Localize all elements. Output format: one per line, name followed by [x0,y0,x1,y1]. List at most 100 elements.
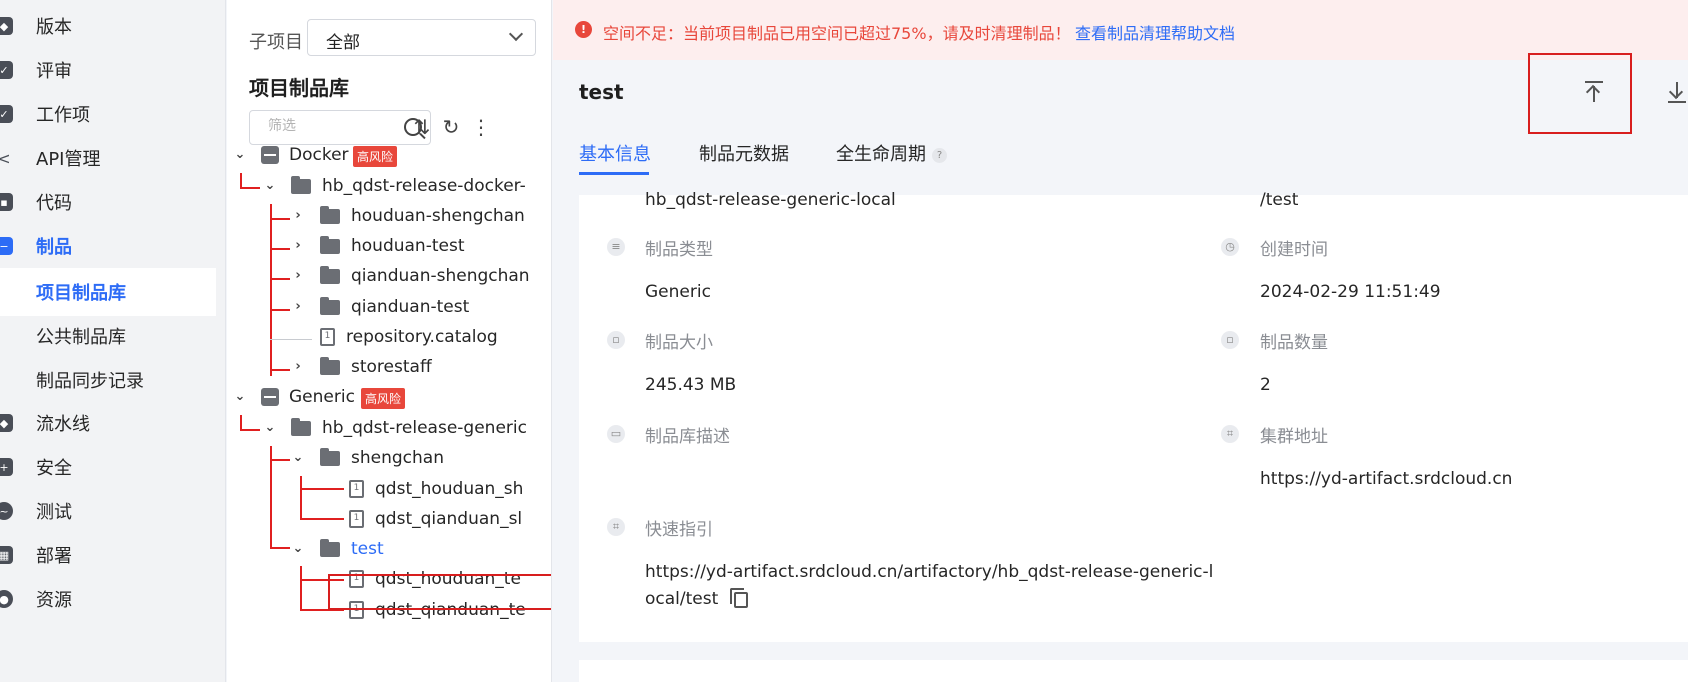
secondary-card [579,660,1688,682]
guide-url-line2: ocal/test [645,589,719,609]
active-tab-indicator [579,172,649,175]
chevron-right-icon[interactable]: › [291,209,305,223]
chevron-down-icon[interactable]: ⌄ [233,148,247,162]
tree-node-qdst-houduan-sh[interactable]: 1 qdst_houduan_sh [227,474,547,504]
tree-node-label: Generic [289,387,355,407]
size-icon: ▫ [607,331,625,349]
nav-item-artifact[interactable]: − 制品 [0,224,226,268]
tree-node-test[interactable]: ⌄ test [227,534,547,564]
tree-node-docker[interactable]: ⌄ Docker 高风险 [227,140,547,170]
nav-item-deploy[interactable]: ▦ 部署 [0,533,226,577]
resource-icon: ● [0,590,13,608]
tree-node-generic-repo[interactable]: ⌄ hb_qdst-release-generic [227,413,547,443]
guide-url-line1: https://yd-artifact.srdcloud.cn/artifact… [645,562,1214,582]
chevron-down-icon [508,26,524,42]
chevron-right-icon[interactable]: › [291,300,305,314]
nav-item-version[interactable]: ◆ 版本 [0,4,226,48]
nav-label: 测试 [36,502,72,523]
tree-node-label: houduan-shengchan [351,206,525,226]
tree-node-shengchan[interactable]: ⌄ shengchan [227,443,547,473]
file-icon: 1 [349,510,364,528]
nav-item-workitem[interactable]: ✓ 工作项 [0,92,226,136]
nav-sub-public-repo[interactable]: 公共制品库 [0,312,216,360]
nav-item-api[interactable]: < API管理 [0,136,226,180]
risk-badge: 高风险 [361,388,406,409]
download-icon[interactable] [1665,80,1688,104]
nav-label: 安全 [36,458,72,479]
tree-node-houduan-shengchan[interactable]: › houduan-shengchan [227,201,547,231]
tree-node-qianduan-test[interactable]: › qianduan-test [227,292,547,322]
chevron-down-icon[interactable]: ⌄ [263,421,277,435]
nav-label: 公共制品库 [36,327,126,348]
tree-node-generic[interactable]: ⌄ Generic 高风险 [227,382,547,412]
shield-icon: + [0,458,13,476]
count-value: 2 [1260,375,1271,395]
folder-icon [291,175,311,194]
tab-metadata[interactable]: 制品元数据 [699,140,789,166]
folder-icon [320,296,340,315]
tab-lifecycle[interactable]: 全生命周期? [836,140,947,166]
cleanup-help-link[interactable]: 查看制品清理帮助文档 [1075,20,1235,44]
tree-node-qdst-qianduan-sl[interactable]: 1 qdst_qianduan_sl [227,504,547,534]
nav-item-test[interactable]: ~ 测试 [0,489,226,533]
chevron-right-icon[interactable]: › [291,360,305,374]
tree-node-label: qdst_qianduan_sl [375,509,523,529]
tree-node-label: repository.catalog [346,327,498,347]
tree-node-label: Docker [289,145,349,165]
folder-icon [320,538,340,557]
nav-label: 项目制品库 [36,283,126,304]
package-icon: − [0,237,13,255]
page-title: test [579,80,624,104]
highlight-box [328,574,551,610]
folder-icon [320,205,340,224]
help-icon[interactable]: ? [932,147,947,163]
code-icon: ▪ [0,193,13,211]
test-icon: ~ [0,502,13,520]
size-value: 245.43 MB [645,375,737,395]
created-value: 2024-02-29 11:51:49 [1260,282,1441,302]
chevron-down-icon[interactable]: ⌄ [233,390,247,404]
pipeline-icon: ◆ [0,414,13,432]
filter-input[interactable] [268,118,388,134]
list-icon: ≡ [607,238,625,256]
size-label: 制品大小 [645,333,713,353]
task-icon: ✓ [0,105,13,123]
tree-node-houduan-test[interactable]: › houduan-test [227,231,547,261]
tree-node-repository-catalog[interactable]: 1 repository.catalog [227,322,547,352]
guide-icon: ⌗ [607,518,625,536]
tree-node-label: qianduan-shengchan [351,266,530,286]
chevron-right-icon[interactable]: › [291,239,305,253]
highlight-box [1528,53,1632,134]
tree-title: 项目制品库 [249,76,349,100]
nav-item-code[interactable]: ▪ 代码 [0,180,226,224]
chevron-down-icon[interactable]: ⌄ [263,179,277,193]
subproject-label: 子项目 [249,32,303,53]
description-label: 制品库描述 [645,427,730,447]
nav-sub-project-repo[interactable]: 项目制品库 [0,268,216,316]
chevron-down-icon[interactable]: ⌄ [291,542,305,556]
created-label: 创建时间 [1260,240,1328,260]
refresh-icon[interactable]: ↻ [439,114,463,140]
nav-item-review[interactable]: ✓ 评审 [0,48,226,92]
deploy-icon: ▦ [0,546,13,564]
subproject-select[interactable]: 全部 [307,19,536,56]
nav-sub-sync-log[interactable]: 制品同步记录 [0,356,216,404]
nav-label: 制品 [36,237,72,258]
tree-node-storestaff[interactable]: › storestaff [227,352,547,382]
sort-icon[interactable]: ⇅ [410,114,434,140]
tree-node-label: qianduan-test [351,297,470,317]
tree-node-label: hb_qdst-release-generic [322,418,527,438]
chevron-down-icon[interactable]: ⌄ [291,451,305,465]
tree-node-qianduan-shengchan[interactable]: › qianduan-shengchan [227,261,547,291]
copy-icon[interactable] [730,588,748,608]
nav-item-resource[interactable]: ● 资源 [0,577,226,621]
tab-basic-info[interactable]: 基本信息 [579,140,651,166]
count-icon: ▫ [1221,331,1239,349]
nav-item-security[interactable]: + 安全 [0,445,226,489]
tree-node-docker-repo[interactable]: ⌄ hb_qdst-release-docker- [227,171,547,201]
nav-item-pipeline[interactable]: ◆ 流水线 [0,401,226,445]
tree-node-label: hb_qdst-release-docker- [322,176,526,196]
more-icon[interactable]: ⋮ [469,114,493,140]
review-icon: ✓ [0,61,13,79]
chevron-right-icon[interactable]: › [291,269,305,283]
